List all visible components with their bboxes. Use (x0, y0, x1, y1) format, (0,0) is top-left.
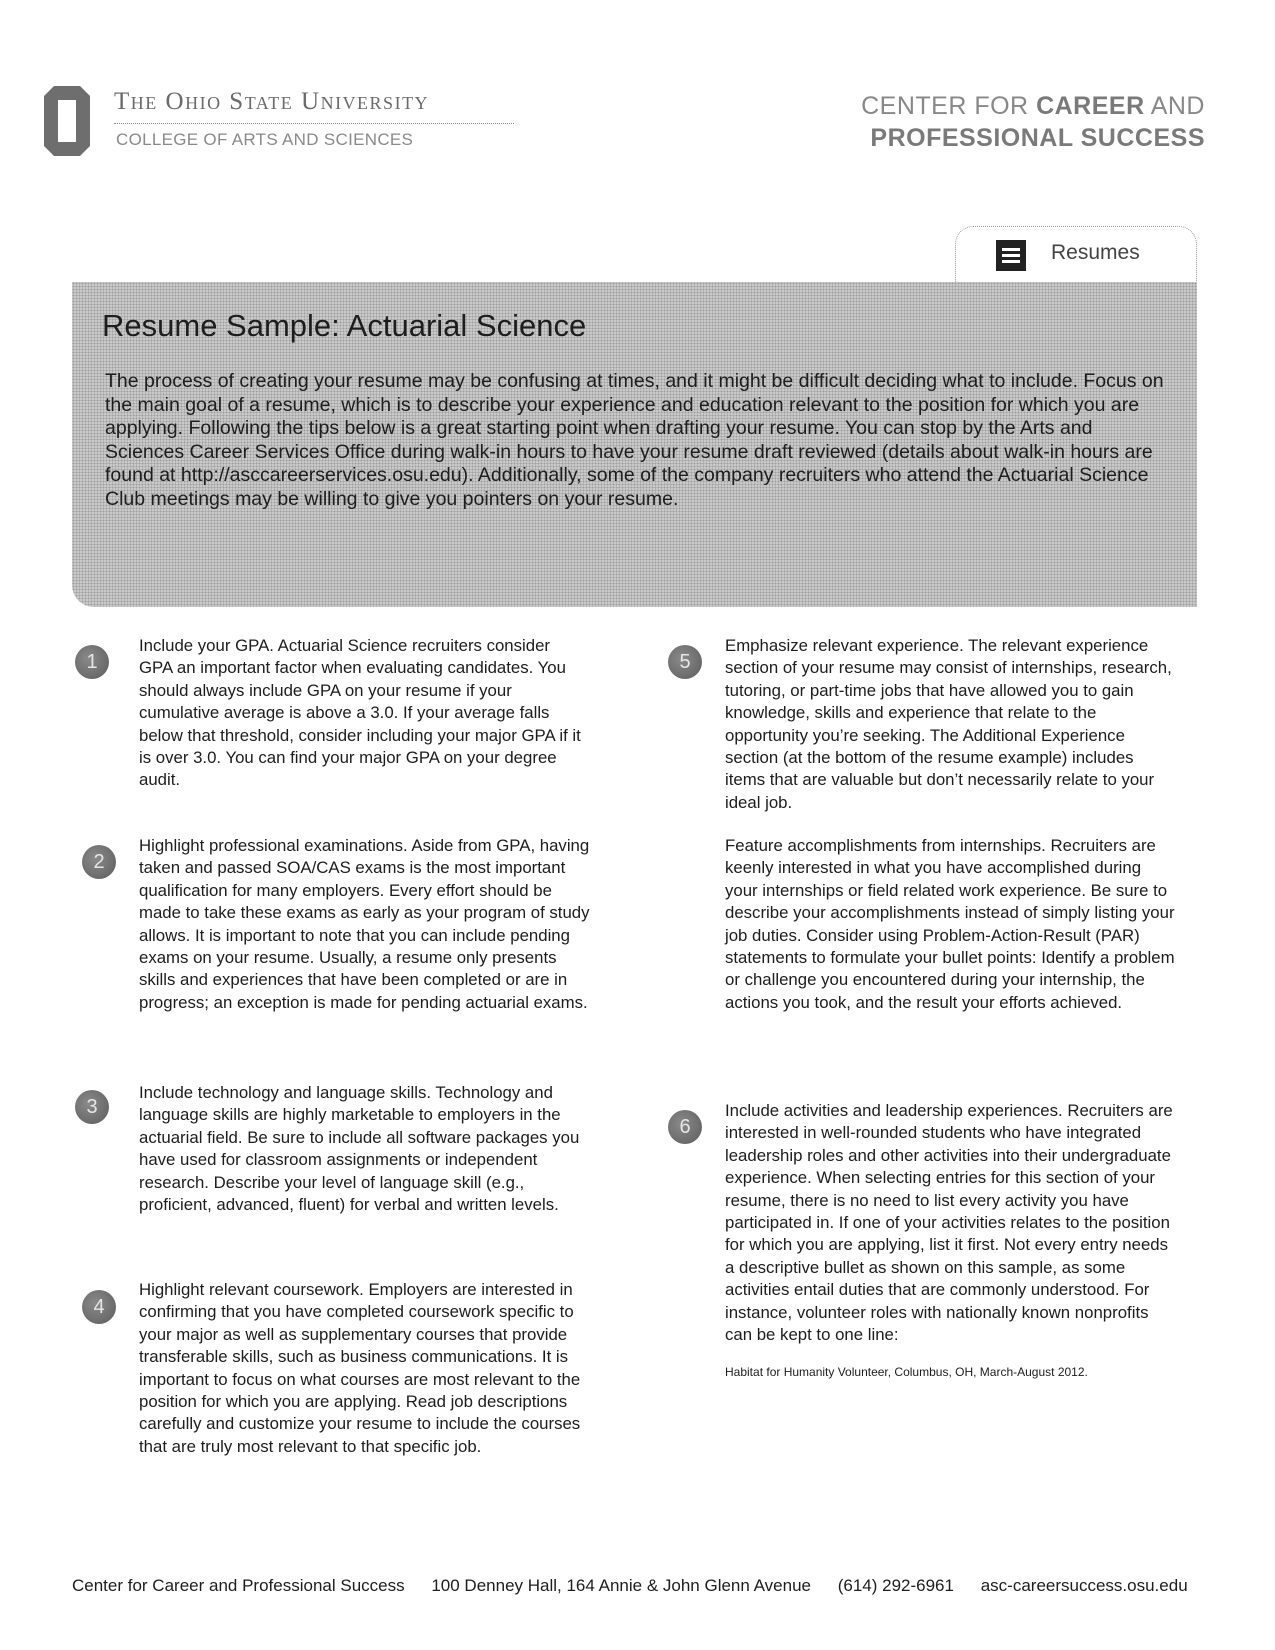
center-line-2-bold: PROFESSIONAL SUCCESS (870, 124, 1205, 152)
tip-text: Highlight relevant coursework. Employers… (139, 1280, 581, 1456)
intro-paragraph: The process of creating your resume may … (105, 370, 1164, 510)
tip-extra-text: Feature accomplishments from internships… (725, 836, 1175, 1012)
block-o-icon (44, 86, 90, 156)
osu-logo: The Ohio State University COLLEGE OF ART… (44, 86, 514, 166)
tip-number-badge: 1 (75, 645, 109, 679)
footer-address: 100 Denney Hall, 164 Annie & John Glenn … (431, 1576, 811, 1595)
tip-text: Highlight professional examinations. Asi… (139, 836, 590, 1012)
center-logo: CENTER FOR CAREER AND PROFESSIONAL SUCCE… (861, 90, 1205, 154)
center-line-1: CENTER FOR CAREER AND (861, 90, 1205, 122)
tab-resumes[interactable]: Resumes (955, 226, 1197, 283)
center-line-2: PROFESSIONAL SUCCESS (861, 122, 1205, 154)
center-line-1-tail: AND (1144, 92, 1205, 120)
tab-label: Resumes (1051, 241, 1140, 264)
center-line-1-bold: CAREER (1036, 92, 1145, 120)
intro-banner: Resume Sample: Actuarial Science The pro… (72, 282, 1197, 607)
header-divider (114, 123, 514, 124)
center-line-1-light: CENTER FOR (861, 92, 1037, 120)
page-title: Resume Sample: Actuarial Science (102, 308, 587, 343)
footer-phone: (614) 292-6961 (837, 1576, 954, 1595)
example-entry: Habitat for Humanity Volunteer, Columbus… (725, 1365, 1088, 1379)
footer-center-name: Center for Career and Professional Succe… (72, 1576, 405, 1595)
college-name: COLLEGE OF ARTS AND SCIENCES (116, 130, 414, 149)
tip-number-badge: 5 (668, 645, 702, 679)
tip-text: Include technology and language skills. … (139, 1083, 580, 1215)
tip-text: Include activities and leadership experi… (725, 1101, 1173, 1345)
document-lines-icon (996, 240, 1026, 271)
footer-website[interactable]: asc-careersuccess.osu.edu (981, 1576, 1188, 1595)
tip-number-badge: 2 (82, 845, 116, 879)
tip-text: Include your GPA. Actuarial Science recr… (139, 636, 581, 790)
tip-text: Emphasize relevant experience. The relev… (725, 636, 1172, 812)
tip-number-badge: 6 (668, 1110, 702, 1144)
footer: Center for Career and Professional Succe… (72, 1576, 1210, 1596)
tip-number-badge: 4 (82, 1290, 116, 1324)
tip-number-badge: 3 (75, 1090, 109, 1124)
university-name: The Ohio State University (114, 88, 430, 115)
